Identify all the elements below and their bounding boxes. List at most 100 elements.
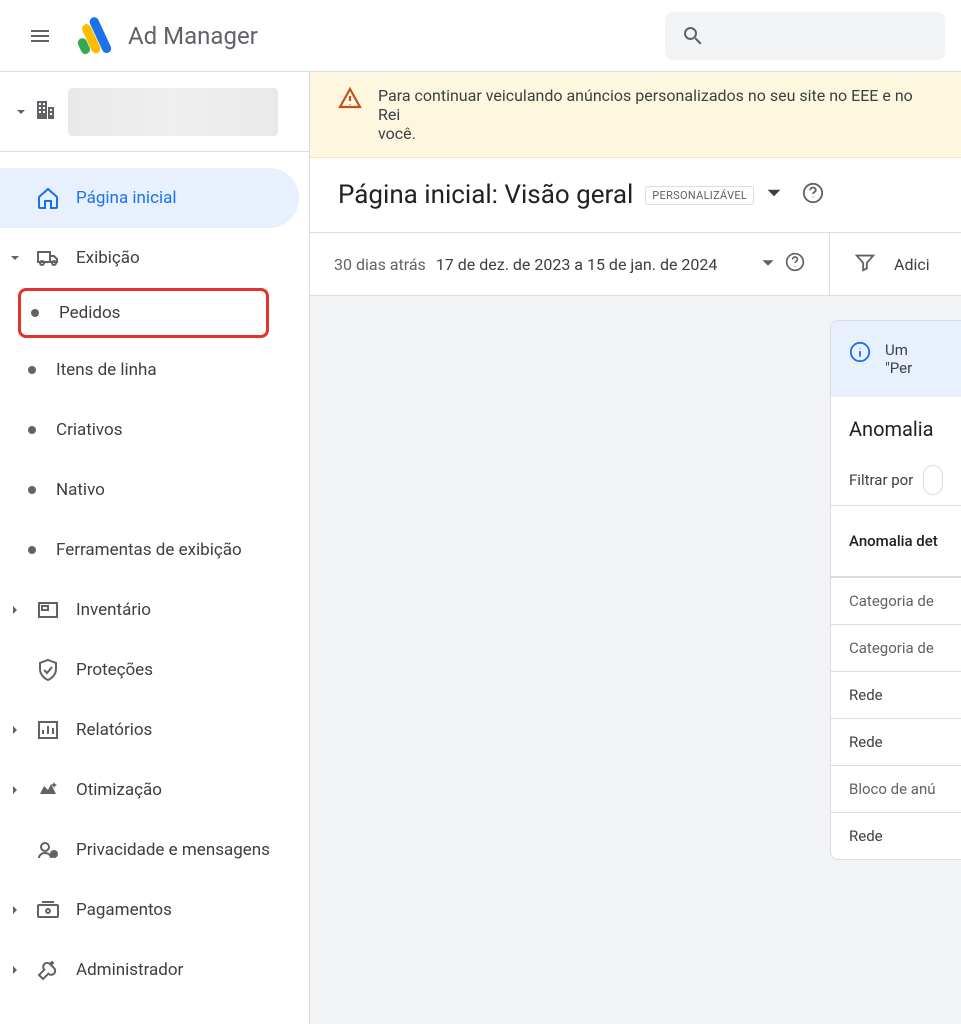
bullet-icon: [28, 426, 36, 434]
chevron-right-icon: [10, 905, 20, 915]
network-name-redacted: [68, 88, 278, 136]
nav-delivery[interactable]: Exibição: [0, 228, 299, 288]
payment-icon: [36, 898, 60, 922]
nav-delivery-submenu: Pedidos Itens de linha Criativos Nativo …: [0, 288, 309, 580]
filter-label: Adici: [894, 255, 930, 274]
privacy-icon: [36, 838, 60, 862]
banner-line1: Para continuar veiculando anúncios perso…: [378, 86, 913, 124]
date-prefix: 30 dias atrás: [334, 255, 426, 274]
nav-label: Privacidade e mensagens: [76, 840, 283, 860]
chevron-down-icon: [10, 253, 20, 263]
chart-icon: [36, 718, 60, 742]
nav-label: Proteções: [76, 660, 283, 680]
date-range-selector[interactable]: 30 dias atrás 17 de dez. de 2023 a 15 de…: [310, 233, 830, 295]
home-icon: [36, 186, 60, 210]
dashboard-content: Um "Per Anomalia Filtrar por Anomalia de…: [310, 296, 961, 1024]
chevron-right-icon: [10, 965, 20, 975]
subnav-label: Itens de linha: [56, 360, 157, 380]
truck-icon: [36, 246, 60, 270]
info-icon: [849, 341, 871, 377]
shield-icon: [36, 658, 60, 682]
subnav-line-items[interactable]: Itens de linha: [0, 340, 309, 400]
bullet-icon: [28, 546, 36, 554]
panel-filter[interactable]: Filtrar por: [831, 455, 961, 505]
chevron-down-icon: [761, 255, 775, 274]
subnav-label: Pedidos: [59, 303, 120, 323]
info-line2: "Per: [885, 359, 912, 377]
date-range: 17 de dez. de 2023 a 15 de jan. de 2024: [436, 255, 718, 274]
subnav-orders[interactable]: Pedidos: [18, 288, 269, 338]
app-name: Ad Manager: [128, 22, 258, 50]
subnav-creatives[interactable]: Criativos: [0, 400, 309, 460]
anomaly-panel: Um "Per Anomalia Filtrar por Anomalia de…: [830, 320, 961, 860]
nav-reports[interactable]: Relatórios: [0, 700, 299, 760]
network-selector[interactable]: [0, 72, 309, 152]
nav-admin[interactable]: Administrador: [0, 940, 299, 1000]
warning-icon: [338, 86, 362, 114]
nav-label: Relatórios: [76, 720, 283, 740]
app-header: Ad Manager: [0, 0, 961, 72]
building-icon: [34, 98, 58, 126]
customizable-badge: PERSONALIZÁVEL: [645, 186, 754, 205]
banner-line2: você.: [378, 124, 416, 143]
nav-label: Otimização: [76, 780, 283, 800]
panel-title: Anomalia: [831, 397, 961, 455]
main-content: Para continuar veiculando anúncios perso…: [310, 72, 961, 1024]
nav-home[interactable]: Página inicial: [0, 168, 299, 228]
chevron-right-icon: [10, 785, 20, 795]
nav-payments[interactable]: Pagamentos: [0, 880, 299, 940]
page-title: Página inicial: Visão geral: [338, 180, 633, 210]
table-row[interactable]: Rede: [831, 671, 961, 718]
bullet-icon: [28, 486, 36, 494]
bullet-icon: [31, 309, 39, 317]
table-row[interactable]: Categoria de: [831, 577, 961, 624]
subnav-delivery-tools[interactable]: Ferramentas de exibição: [0, 520, 309, 580]
toolbar: 30 dias atrás 17 de dez. de 2023 a 15 de…: [310, 232, 961, 296]
warning-banner: Para continuar veiculando anúncios perso…: [310, 72, 961, 158]
ad-manager-logo-icon: [72, 14, 116, 58]
table-row[interactable]: Bloco de anú: [831, 765, 961, 812]
table-header: Anomalia det: [831, 505, 961, 577]
subnav-native[interactable]: Nativo: [0, 460, 309, 520]
filter-icon: [854, 251, 876, 277]
dropdown-icon[interactable]: [766, 185, 782, 205]
subnav-label: Criativos: [56, 420, 122, 440]
nav-label: Pagamentos: [76, 900, 283, 920]
nav-protections[interactable]: Proteções: [0, 640, 299, 700]
table-row[interactable]: Rede: [831, 718, 961, 765]
nav-label: Exibição: [76, 248, 283, 268]
wrench-icon: [36, 958, 60, 982]
subnav-label: Nativo: [56, 480, 105, 500]
sidebar: Página inicial Exibição Pedidos Itens de…: [0, 72, 310, 1024]
filter-chip[interactable]: [923, 465, 943, 495]
search-input[interactable]: [665, 12, 945, 60]
help-icon[interactable]: [785, 252, 805, 276]
nav-privacy[interactable]: Privacidade e mensagens: [0, 820, 299, 880]
spark-icon: [36, 778, 60, 802]
panel-info-banner: Um "Per: [831, 321, 961, 397]
expand-triangle-icon: [16, 102, 26, 121]
nav-inventory[interactable]: Inventário: [0, 580, 299, 640]
search-icon: [681, 24, 705, 48]
nav-label: Inventário: [76, 600, 283, 620]
app-logo[interactable]: Ad Manager: [72, 14, 258, 58]
nav-label: Página inicial: [76, 188, 283, 208]
chevron-right-icon: [10, 725, 20, 735]
add-filter[interactable]: Adici: [830, 251, 954, 277]
bullet-icon: [28, 366, 36, 374]
table-row[interactable]: Categoria de: [831, 624, 961, 671]
chevron-right-icon: [10, 605, 20, 615]
page-header: Página inicial: Visão geral PERSONALIZÁV…: [310, 158, 961, 232]
info-text: Um "Per: [885, 341, 912, 377]
info-line1: Um: [885, 341, 908, 359]
subnav-label: Ferramentas de exibição: [56, 540, 242, 560]
nav-label: Administrador: [76, 960, 283, 980]
table-row[interactable]: Rede: [831, 812, 961, 859]
help-icon[interactable]: [802, 182, 824, 208]
filter-label: Filtrar por: [849, 471, 913, 489]
main-navigation: Página inicial Exibição Pedidos Itens de…: [0, 152, 309, 1000]
inventory-icon: [36, 598, 60, 622]
warning-text: Para continuar veiculando anúncios perso…: [378, 86, 933, 143]
hamburger-menu-button[interactable]: [16, 12, 64, 60]
nav-optimization[interactable]: Otimização: [0, 760, 299, 820]
